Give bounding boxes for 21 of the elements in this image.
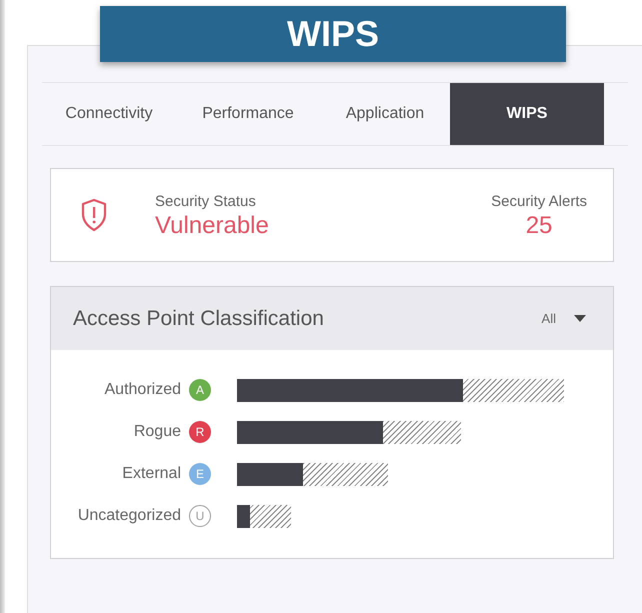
alerts-label: Security Alerts xyxy=(491,192,587,212)
card-title: Access Point Classification xyxy=(73,306,324,332)
tab[interactable]: Application xyxy=(320,83,450,145)
category-label: External xyxy=(121,464,181,484)
tab[interactable]: Performance xyxy=(176,83,320,145)
tab[interactable]: WIPS xyxy=(450,83,604,145)
category-badge: U xyxy=(189,505,211,527)
category-badge: R xyxy=(189,421,211,443)
category-label: Authorized xyxy=(104,380,181,400)
title-banner: WIPS xyxy=(100,6,566,62)
filter-dropdown[interactable]: All xyxy=(540,308,587,330)
status-label: Security Status xyxy=(155,192,257,212)
shield-alert-icon xyxy=(81,198,107,232)
tab[interactable]: Connectivity xyxy=(42,83,176,145)
alerts-count: 25 xyxy=(526,213,552,240)
category-badge: A xyxy=(189,379,211,401)
caret-icon xyxy=(574,315,586,322)
category-label: Uncategorized xyxy=(76,506,181,526)
category-label: Rogue xyxy=(132,422,181,442)
category-badge: E xyxy=(189,463,211,485)
status-value: Vulnerable xyxy=(155,213,269,240)
